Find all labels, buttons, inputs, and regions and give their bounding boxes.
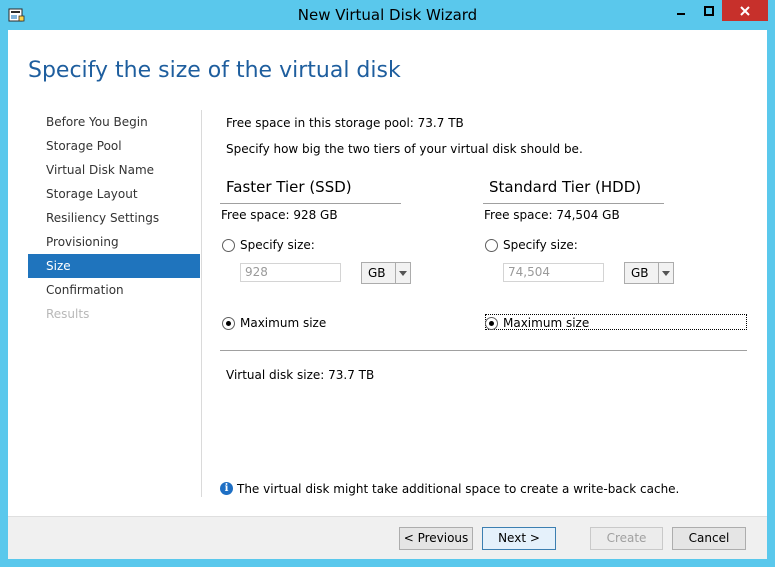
faster-tier-underline	[220, 203, 401, 204]
nav-item-storage-layout[interactable]: Storage Layout	[28, 182, 200, 206]
faster-specify-size-label[interactable]: Specify size:	[240, 238, 315, 252]
close-button[interactable]	[722, 0, 768, 21]
standard-tier-underline	[483, 203, 664, 204]
nav-divider	[201, 110, 202, 497]
minimize-icon	[677, 12, 685, 15]
faster-maximum-size-label[interactable]: Maximum size	[240, 316, 326, 330]
standard-specify-size-label[interactable]: Specify size:	[503, 238, 578, 252]
window-title: New Virtual Disk Wizard	[297, 6, 478, 24]
standard-specify-size-radio[interactable]	[485, 239, 498, 252]
minimize-button[interactable]	[667, 0, 695, 21]
info-icon: i	[220, 482, 233, 495]
wizard-nav: Before You Begin Storage Pool Virtual Di…	[28, 110, 200, 326]
wizard-client-area: Specify the size of the virtual disk Bef…	[8, 30, 767, 559]
faster-specify-size-radio[interactable]	[222, 239, 235, 252]
cancel-button[interactable]: Cancel	[672, 527, 746, 550]
standard-size-input[interactable]: 74,504	[503, 263, 604, 282]
faster-size-input[interactable]: 928	[240, 263, 341, 282]
standard-maximum-size-radio[interactable]	[485, 317, 498, 330]
wizard-window: New Virtual Disk Wizard Specify the size…	[0, 0, 775, 567]
instruction-text: Specify how big the two tiers of your vi…	[226, 142, 583, 156]
nav-item-results: Results	[46, 307, 90, 321]
standard-maximum-size-label[interactable]: Maximum size	[503, 316, 589, 330]
faster-tier-free-space: Free space: 928 GB	[221, 208, 338, 222]
virtual-disk-size-text: Virtual disk size: 73.7 TB	[226, 368, 375, 382]
faster-unit-select[interactable]: GB	[361, 262, 411, 284]
chevron-down-icon	[395, 263, 410, 283]
wizard-footer: < Previous Next > Create Cancel	[8, 516, 767, 559]
nav-item-storage-pool[interactable]: Storage Pool	[28, 134, 200, 158]
standard-unit-value: GB	[631, 266, 649, 280]
maximize-button[interactable]	[695, 0, 722, 21]
close-icon	[740, 5, 750, 16]
standard-unit-select[interactable]: GB	[624, 262, 674, 284]
nav-item-confirmation[interactable]: Confirmation	[28, 278, 200, 302]
nav-item-before-you-begin[interactable]: Before You Begin	[28, 110, 200, 134]
nav-item-size[interactable]: Size	[28, 254, 200, 278]
next-button[interactable]: Next >	[482, 527, 556, 550]
nav-item-resiliency-settings[interactable]: Resiliency Settings	[28, 206, 200, 230]
maximize-icon	[703, 5, 714, 16]
nav-item-virtual-disk-name[interactable]: Virtual Disk Name	[28, 158, 200, 182]
previous-button[interactable]: < Previous	[399, 527, 473, 550]
pool-free-space-text: Free space in this storage pool: 73.7 TB	[226, 116, 464, 130]
chevron-down-icon	[658, 263, 673, 283]
faster-unit-value: GB	[368, 266, 386, 280]
faster-maximum-size-radio[interactable]	[222, 317, 235, 330]
faster-tier-heading: Faster Tier (SSD)	[226, 178, 352, 196]
standard-tier-heading: Standard Tier (HDD)	[489, 178, 642, 196]
standard-tier-free-space: Free space: 74,504 GB	[484, 208, 620, 222]
page-title: Specify the size of the virtual disk	[28, 58, 401, 83]
write-back-cache-note: The virtual disk might take additional s…	[237, 482, 680, 496]
nav-item-provisioning[interactable]: Provisioning	[28, 230, 200, 254]
title-bar[interactable]: New Virtual Disk Wizard	[0, 0, 775, 30]
content-separator	[220, 350, 747, 351]
create-button: Create	[590, 527, 663, 550]
